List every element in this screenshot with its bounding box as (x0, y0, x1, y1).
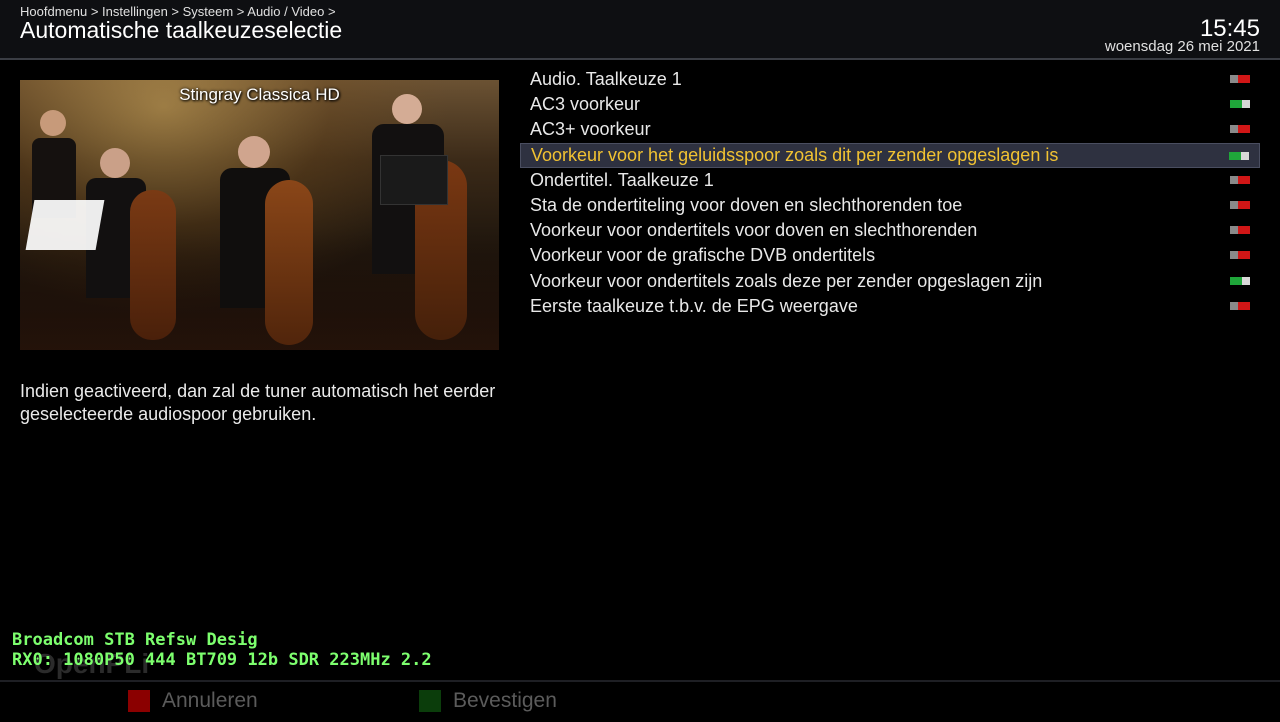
confirm-button[interactable]: Bevestigen (419, 688, 557, 714)
toggle-segment (1238, 301, 1250, 310)
menu-item-label: Voorkeur voor de grafische DVB ondertite… (530, 245, 876, 266)
menu-item[interactable]: AC3 voorkeur (520, 92, 1260, 117)
menu-item-label: AC3 voorkeur (530, 94, 641, 115)
menu-item-label: Voorkeur voor ondertitels voor doven en … (530, 220, 978, 241)
menu-item[interactable]: Audio. Taalkeuze 1 (520, 67, 1260, 92)
menu-item[interactable]: Voorkeur voor ondertitels zoals deze per… (520, 269, 1260, 294)
page-title: Automatische taalkeuzeselectie (20, 17, 343, 43)
live-tv-preview: Stingray Classica HD (20, 80, 499, 350)
menu-item-label: Audio. Taalkeuze 1 (530, 69, 682, 89)
menu-item-label: Voorkeur voor ondertitels zoals deze per… (530, 270, 1043, 291)
toggle-on-icon[interactable] (1229, 151, 1249, 160)
toggle-off-icon[interactable] (1230, 251, 1250, 260)
toggle-segment (1238, 226, 1250, 235)
settings-menu[interactable]: Audio. Taalkeuze 1 AC3 voorkeur AC3+ voork… (520, 67, 1260, 319)
toggle-segment (1238, 125, 1250, 134)
footer-bar: Annuleren Bevestigen (0, 680, 1280, 722)
toggle-segment (1238, 251, 1250, 260)
toggle-segment (1230, 200, 1238, 209)
sheet-music (25, 200, 105, 250)
toggle-segment (1230, 75, 1238, 83)
menu-item[interactable]: Voorkeur voor het geluidsspoor zoals dit… (520, 142, 1260, 168)
toggle-segment (1230, 276, 1242, 285)
menu-item-label: AC3+ voorkeur (530, 119, 651, 140)
toggle-segment (1238, 75, 1250, 83)
toggle-segment (1238, 200, 1250, 209)
menu-item-label: Sta de ondertiteling voor doven en slech… (530, 194, 963, 215)
toggle-off-icon[interactable] (1230, 301, 1250, 310)
toggle-segment (1230, 100, 1242, 109)
confirm-label: Bevestigen (453, 689, 557, 712)
toggle-segment (1230, 175, 1238, 184)
toggle-segment (1230, 226, 1238, 235)
toggle-segment (1230, 125, 1238, 134)
toggle-segment (1238, 175, 1250, 184)
toggle-segment (1241, 151, 1249, 160)
toggle-on-icon[interactable] (1230, 276, 1250, 285)
toggle-segment (1230, 301, 1238, 310)
red-key-icon (128, 690, 150, 712)
toggle-off-icon[interactable] (1230, 125, 1250, 134)
toggle-segment (1242, 276, 1250, 285)
cancel-button[interactable]: Annuleren (128, 688, 258, 714)
menu-item[interactable]: Sta de ondertiteling voor doven en slech… (520, 193, 1260, 218)
green-key-icon (419, 690, 441, 712)
menu-item[interactable]: Voorkeur voor de grafische DVB ondertite… (520, 243, 1260, 268)
debug-overlay: Broadcom STB Refsw Desig RX0: 1080P50 444… (12, 630, 432, 670)
musician-head (40, 110, 66, 136)
toggle-off-icon[interactable] (1230, 75, 1250, 83)
musician-head (238, 136, 270, 168)
menu-item[interactable]: Ondertitel. Taalkeuze 1 (520, 168, 1260, 193)
help-text: Indien geactiveerd, dan zal de tuner aut… (20, 381, 496, 424)
toggle-on-icon[interactable] (1230, 100, 1250, 109)
music-stand (380, 155, 448, 205)
toggle-off-icon[interactable] (1230, 175, 1250, 184)
menu-item[interactable]: AC3+ voorkeur (520, 117, 1260, 142)
double-bass (265, 180, 313, 345)
debug-line: Broadcom STB Refsw Desig (12, 630, 258, 650)
cancel-label: Annuleren (162, 689, 258, 712)
menu-item-label: Voorkeur voor het geluidsspoor zoals dit… (531, 144, 1059, 165)
date: woensdag 26 mei 2021 (1104, 38, 1260, 55)
toggle-segment (1242, 100, 1250, 109)
menu-item[interactable]: Eerste taalkeuze t.b.v. de EPG weergave (520, 294, 1260, 319)
header-bar: Hoofdmenu > Instellingen > Systeem > Aud… (0, 0, 1280, 60)
menu-item[interactable]: Voorkeur voor ondertitels voor doven en … (520, 218, 1260, 243)
menu-item-label: Eerste taalkeuze t.b.v. de EPG weergave (530, 295, 858, 316)
menu-item-label: Ondertitel. Taalkeuze 1 (530, 169, 714, 190)
toggle-off-icon[interactable] (1230, 226, 1250, 235)
channel-name: Stingray Classica HD (179, 85, 340, 104)
musician-head (100, 148, 130, 178)
toggle-segment (1229, 151, 1241, 160)
toggle-segment (1230, 251, 1238, 260)
toggle-off-icon[interactable] (1230, 200, 1250, 209)
double-bass (130, 190, 176, 340)
debug-line: RX0: 1080P50 444 BT709 12b SDR 223MHz 2.… (12, 650, 432, 670)
